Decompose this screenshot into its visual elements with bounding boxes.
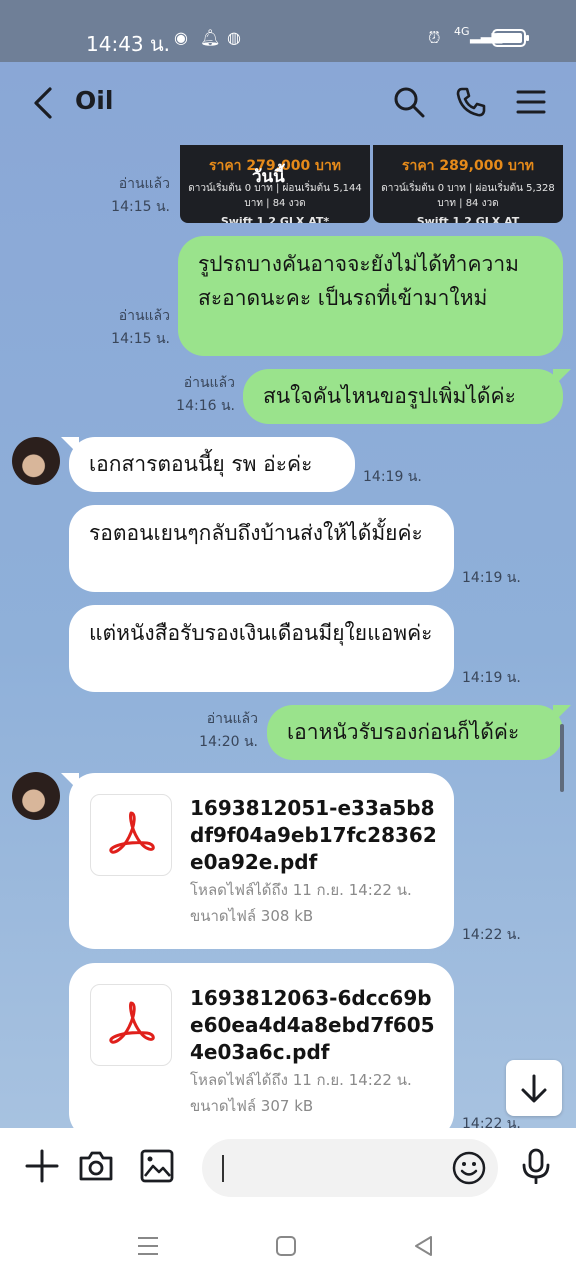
file-expiry: โหลดไฟล์ได้ถึง 11 ก.ย. 14:22 น. [190, 1071, 412, 1089]
message-text: รูปรถบางคันอาจจะยังไม่ได้ทำความสะอาดนะคะ… [198, 252, 519, 310]
scroll-to-bottom-button[interactable] [506, 1060, 562, 1116]
alarm-icon: ⏰︎ [428, 28, 441, 47]
message-meta: อ่านแล้ว 14:20 น. [188, 708, 258, 754]
message-meta: อ่านแล้ว 14:15 น. [100, 173, 170, 219]
card-overlay-text: วันนี้ [252, 167, 285, 187]
sent-message-bubble[interactable]: สนใจคันไหนขอรูปเพิ่มได้ค่ะ [243, 369, 563, 424]
contact-avatar[interactable] [12, 437, 60, 485]
back-nav-icon[interactable] [410, 1232, 438, 1260]
plus-icon[interactable] [24, 1148, 60, 1184]
sent-message-bubble[interactable]: เอาหนัวรับรองก่อนก็ได้ค่ะ [267, 705, 563, 760]
message-time: 14:15 น. [111, 199, 170, 215]
read-receipt: อ่านแล้ว [118, 308, 170, 324]
message-text: เอาหนัวรับรองก่อนก็ได้ค่ะ [287, 720, 520, 744]
sent-message-bubble[interactable]: รูปรถบางคันอาจจะยังไม่ได้ทำความสะอาดนะคะ… [178, 236, 563, 356]
emoji-icon[interactable] [451, 1150, 487, 1186]
message-time: 14:22 น. [462, 927, 521, 943]
microphone-icon[interactable] [518, 1148, 554, 1184]
camera-icon[interactable] [78, 1148, 114, 1184]
message-text: เอกสารตอนนี้ยุ รพ อ่ะค่ะ [89, 452, 313, 476]
arrow-down-icon [521, 1074, 547, 1103]
card-terms: ดาวน์เริ่มต้น 0 บาท | ผ่อนเริ่มต้น 5,328… [381, 183, 555, 209]
received-message-bubble[interactable]: แต่หนังสือรับรองเงินเดือนมียุใยแอพค่ะ [69, 605, 454, 692]
received-message-bubble[interactable]: เอกสารตอนนี้ยุ รพ อ่ะค่ะ [69, 437, 355, 492]
menu-icon[interactable] [515, 86, 547, 118]
line-notification-icon: ◉ [174, 28, 188, 47]
car-image-card[interactable]: ราคา 279,000 บาท ดาวน์เริ่มต้น 0 บาท | ผ… [180, 145, 370, 223]
message-text: สนใจคันไหนขอรูปเพิ่มได้ค่ะ [263, 384, 516, 408]
message-meta: อ่านแล้ว 14:16 น. [165, 372, 235, 418]
status-bar: 14:43 น. ◉ 🔔︎ ◍ ⏰︎ 4G ▂▃▅ [0, 0, 576, 62]
message-time: 14:20 น. [199, 734, 258, 750]
text-cursor [222, 1155, 224, 1182]
file-size: ขนาดไฟล์ 307 kB [190, 1097, 314, 1115]
status-time: 14:43 น. [86, 32, 171, 56]
scrollbar-thumb[interactable] [560, 724, 564, 792]
card-model: Swift 1.2 GLX AT [416, 215, 520, 223]
message-text: รอตอนเยนๆกลับถึงบ้านส่งให้ได้มั้ยค่ะ [89, 521, 423, 545]
read-receipt: อ่านแล้ว [118, 176, 170, 192]
received-message-bubble[interactable]: รอตอนเยนๆกลับถึงบ้านส่งให้ได้มั้ยค่ะ [69, 505, 454, 592]
image-gallery-icon[interactable] [139, 1148, 175, 1184]
message-meta: อ่านแล้ว 14:15 น. [100, 305, 170, 351]
card-model: Swift 1.2 GLX AT* [220, 215, 330, 223]
search-icon[interactable] [393, 86, 425, 118]
message-time: 14:19 น. [462, 670, 521, 686]
home-icon[interactable] [272, 1232, 300, 1260]
recent-apps-icon[interactable] [134, 1232, 162, 1260]
phone-icon[interactable] [455, 86, 487, 118]
pdf-file-icon [90, 984, 172, 1066]
file-name: 1693812063-6dcc69be60ea4d4a8ebd7f6054e03… [190, 986, 435, 1064]
read-receipt: อ่านแล้ว [183, 375, 235, 391]
contact-avatar[interactable] [12, 772, 60, 820]
pdf-file-message[interactable]: 1693812063-6dcc69be60ea4d4a8ebd7f6054e03… [69, 963, 454, 1139]
battery-icon [492, 29, 529, 47]
card-price: ราคา 289,000 บาท [401, 158, 535, 174]
file-size: ขนาดไฟล์ 308 kB [190, 907, 314, 925]
network-4g-label: 4G [454, 25, 470, 38]
read-receipt: อ่านแล้ว [206, 711, 258, 727]
chat-title: Oil [75, 86, 114, 115]
message-time: 14:16 น. [176, 398, 235, 414]
message-time: 14:19 น. [462, 570, 521, 586]
message-time: 14:19 น. [363, 469, 422, 485]
bell-icon: 🔔︎ [200, 28, 221, 47]
back-arrow-icon[interactable] [30, 86, 60, 120]
message-text: แต่หนังสือรับรองเงินเดือนมียุใยแอพค่ะ [89, 621, 433, 645]
file-name: 1693812051-e33a5b8df9f04a9eb17fc28362e0a… [190, 796, 437, 874]
file-expiry: โหลดไฟล์ได้ถึง 11 ก.ย. 14:22 น. [190, 881, 412, 899]
pdf-file-message[interactable]: 1693812051-e33a5b8df9f04a9eb17fc28362e0a… [69, 773, 454, 949]
messenger-icon: ◍ [227, 28, 241, 47]
pdf-file-icon [90, 794, 172, 876]
car-image-card[interactable]: ราคา 289,000 บาท ดาวน์เริ่มต้น 0 บาท | ผ… [373, 145, 563, 223]
message-time: 14:15 น. [111, 331, 170, 347]
